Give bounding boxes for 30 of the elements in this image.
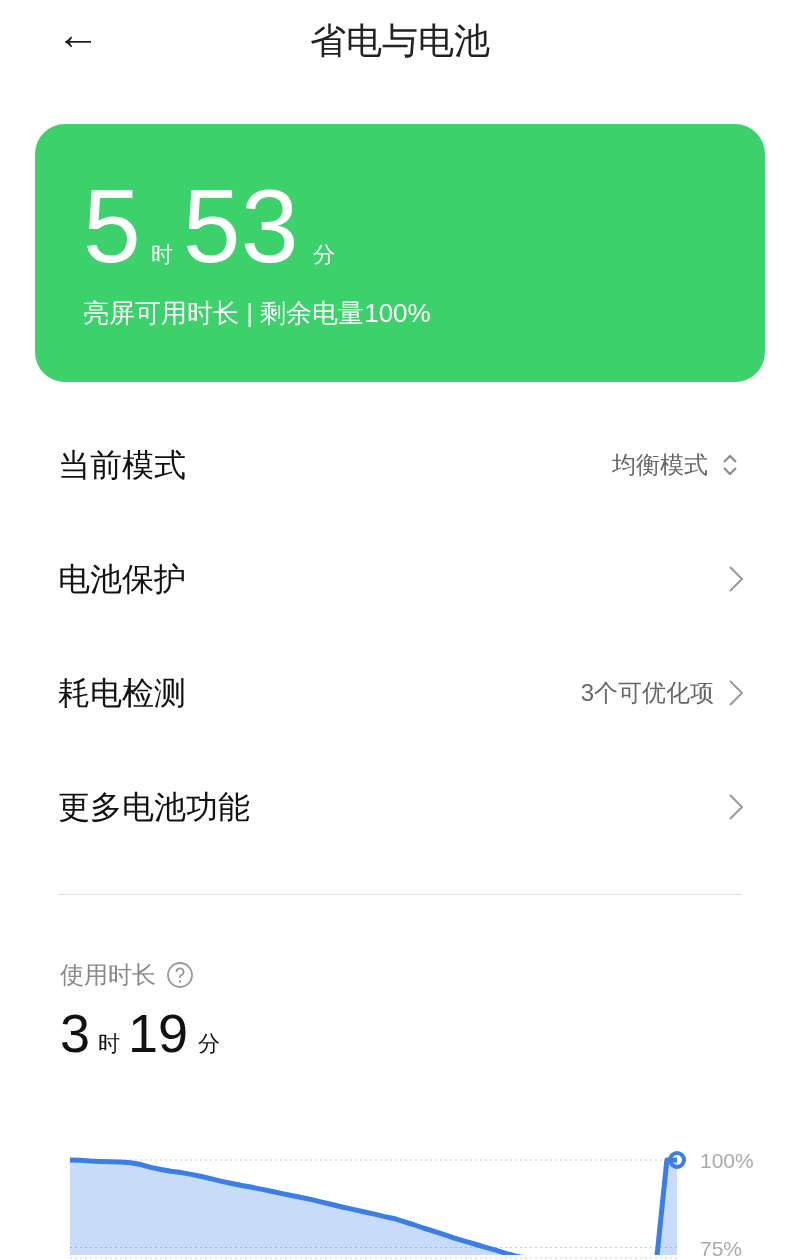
end-point	[668, 1151, 686, 1169]
setting-label: 当前模式	[58, 446, 186, 485]
help-icon[interactable]	[166, 961, 194, 989]
setting-label: 耗电检测	[58, 674, 186, 713]
setting-value: 3个可优化项	[580, 678, 714, 708]
minutes-unit: 分	[312, 244, 335, 266]
up-down-icon	[722, 454, 738, 476]
setting-row[interactable]: 耗电检测 3个可优化项	[0, 636, 800, 750]
usage-title: 使用时长	[60, 960, 156, 990]
usage-minutes-unit: 分	[198, 1033, 221, 1055]
setting-value: 均衡模式	[612, 450, 708, 480]
chevron-right-icon	[728, 793, 744, 821]
setting-row[interactable]: 更多电池功能	[0, 750, 800, 864]
hours-value: 5	[83, 186, 141, 266]
setting-row[interactable]: 当前模式 均衡模式	[0, 408, 800, 522]
page-title: 省电与电池	[310, 19, 490, 63]
setting-row[interactable]: 电池保护	[0, 522, 800, 636]
y-tick-label: 75%	[700, 1236, 743, 1260]
battery-subtitle: 亮屏可用时长 | 剩余电量100%	[83, 297, 432, 330]
setting-label: 更多电池功能	[58, 788, 250, 827]
y-tick-label: 100%	[700, 1149, 754, 1172]
back-button[interactable]: ←	[56, 12, 100, 56]
usage-hours: 3	[60, 1011, 91, 1055]
minutes-value: 53	[182, 186, 299, 266]
chevron-right-icon	[728, 565, 744, 593]
chevron-right-icon	[728, 679, 744, 707]
setting-label: 电池保护	[58, 560, 186, 599]
usage-minutes: 19	[128, 1011, 189, 1055]
hours-unit: 时	[150, 244, 173, 266]
usage-hours-unit: 时	[98, 1033, 121, 1055]
